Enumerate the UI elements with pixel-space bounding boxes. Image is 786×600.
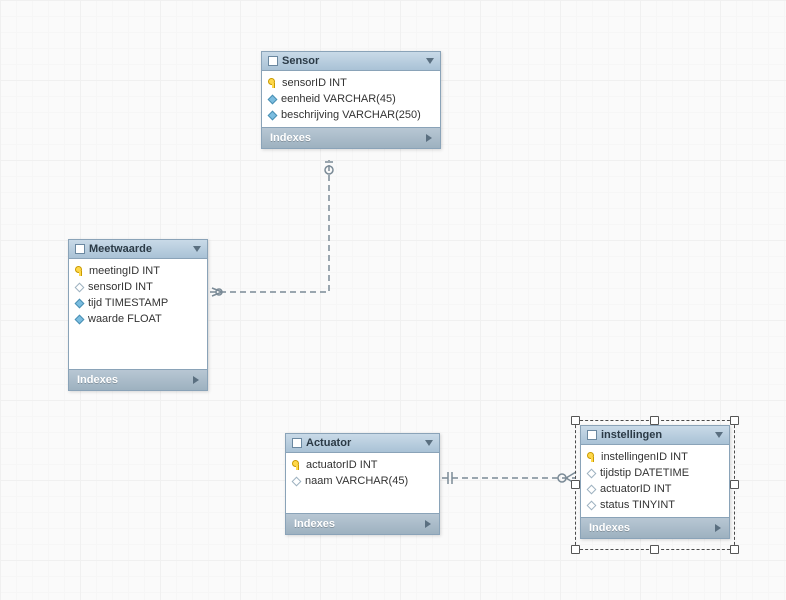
entity-title: Actuator [306,437,421,449]
column[interactable]: tijdstip DATETIME [581,465,729,481]
indexes-label: Indexes [294,518,335,530]
entity-header[interactable]: instellingen [581,426,729,445]
column-label: actuatorID INT [600,483,672,495]
entity-instellingen[interactable]: instellingen instellingenID INT tijdstip… [580,425,730,539]
column-label: actuatorID INT [306,459,378,471]
entity-header[interactable]: Actuator [286,434,439,453]
column-label: instellingenID INT [601,451,688,463]
column-label: eenheid VARCHAR(45) [281,93,396,105]
primary-key-icon [292,460,302,470]
column-label: beschrijving VARCHAR(250) [281,109,421,121]
column-label: sensorID INT [282,77,347,89]
collapse-icon[interactable] [193,246,201,252]
indexes-label: Indexes [270,132,311,144]
column-label: sensorID INT [88,281,153,293]
column-icon [587,484,597,494]
column[interactable]: naam VARCHAR(45) [286,473,439,489]
column[interactable]: sensorID INT [262,75,440,91]
entity-sensor[interactable]: Sensor sensorID INT eenheid VARCHAR(45) … [261,51,441,149]
column-icon [75,314,85,324]
resize-handle-ne[interactable] [730,416,739,425]
column-list: actuatorID INT naam VARCHAR(45) [286,453,439,513]
column[interactable]: eenheid VARCHAR(45) [262,91,440,107]
primary-key-icon [587,452,597,462]
column[interactable]: actuatorID INT [581,481,729,497]
expand-icon [425,520,431,528]
column-list: sensorID INT eenheid VARCHAR(45) beschri… [262,71,440,127]
indexes-section[interactable]: Indexes [286,513,439,534]
column-label: status TINYINT [600,499,675,511]
column[interactable]: waarde FLOAT [69,311,207,327]
column-icon [587,500,597,510]
entity-header[interactable]: Sensor [262,52,440,71]
column[interactable]: meetingID INT [69,263,207,279]
column-icon [268,94,278,104]
resize-handle-se[interactable] [730,545,739,554]
entity-meetwaarde[interactable]: Meetwaarde meetingID INT sensorID INT ti… [68,239,208,391]
entity-title: instellingen [601,429,711,441]
primary-key-icon [75,266,85,276]
resize-handle-n[interactable] [650,416,659,425]
table-icon [75,244,85,254]
expand-icon [193,376,199,384]
column[interactable]: instellingenID INT [581,449,729,465]
column-icon [587,468,597,478]
column-list: instellingenID INT tijdstip DATETIME act… [581,445,729,517]
entity-title: Sensor [282,55,422,67]
column-label: meetingID INT [89,265,160,277]
entity-actuator[interactable]: Actuator actuatorID INT naam VARCHAR(45)… [285,433,440,535]
expand-icon [715,524,721,532]
resize-handle-sw[interactable] [571,545,580,554]
resize-handle-nw[interactable] [571,416,580,425]
column-icon [75,298,85,308]
indexes-label: Indexes [77,374,118,386]
column-icon [268,110,278,120]
expand-icon [426,134,432,142]
column-list: meetingID INT sensorID INT tijd TIMESTAM… [69,259,207,369]
indexes-label: Indexes [589,522,630,534]
entity-header[interactable]: Meetwaarde [69,240,207,259]
resize-handle-s[interactable] [650,545,659,554]
column[interactable]: beschrijving VARCHAR(250) [262,107,440,123]
primary-key-icon [268,78,278,88]
column[interactable]: actuatorID INT [286,457,439,473]
table-icon [292,438,302,448]
column[interactable]: tijd TIMESTAMP [69,295,207,311]
collapse-icon[interactable] [715,432,723,438]
indexes-section[interactable]: Indexes [581,517,729,538]
column-icon [75,282,85,292]
column[interactable]: sensorID INT [69,279,207,295]
collapse-icon[interactable] [425,440,433,446]
resize-handle-w[interactable] [571,480,580,489]
collapse-icon[interactable] [426,58,434,64]
resize-handle-e[interactable] [730,480,739,489]
column-label: waarde FLOAT [88,313,162,325]
indexes-section[interactable]: Indexes [69,369,207,390]
column-icon [292,476,302,486]
column[interactable]: status TINYINT [581,497,729,513]
table-icon [587,430,597,440]
column-label: naam VARCHAR(45) [305,475,408,487]
column-label: tijdstip DATETIME [600,467,689,479]
table-icon [268,56,278,66]
column-label: tijd TIMESTAMP [88,297,168,309]
indexes-section[interactable]: Indexes [262,127,440,148]
entity-title: Meetwaarde [89,243,189,255]
